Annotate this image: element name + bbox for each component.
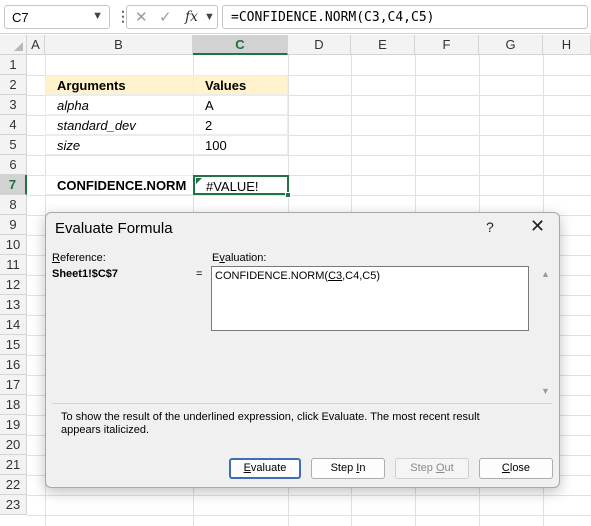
table-header-arguments[interactable]: Arguments	[45, 75, 194, 95]
step-out-button[interactable]: Step Out	[395, 458, 469, 479]
info-text: To show the result of the underlined exp…	[61, 411, 480, 436]
expand-formula-icon[interactable]: ▼	[204, 11, 215, 23]
scroll-down-arrow-icon[interactable]: ▼	[541, 386, 550, 396]
table-header-values[interactable]: Values	[193, 75, 288, 95]
row-header-6[interactable]: 6	[0, 155, 27, 175]
name-box[interactable]: C7 ▼	[4, 5, 110, 29]
insert-function-icon[interactable]: fx	[185, 9, 198, 25]
row-header-2[interactable]: 2	[0, 75, 27, 95]
row-header-19[interactable]: 19	[0, 415, 27, 435]
row-header-15[interactable]: 15	[0, 335, 27, 355]
step-in-button[interactable]: Step In	[311, 458, 385, 479]
column-header-h[interactable]: H	[543, 35, 591, 55]
row-header-12[interactable]: 12	[0, 275, 27, 295]
confirm-check-icon[interactable]: ✓	[159, 8, 172, 26]
row-header-20[interactable]: 20	[0, 435, 27, 455]
table-row-arg[interactable]: alpha	[45, 95, 194, 115]
close-icon[interactable]: ✕	[530, 216, 545, 237]
row-header-11[interactable]: 11	[0, 255, 27, 275]
formula-input[interactable]: =CONFIDENCE.NORM(C3,C4,C5)	[222, 5, 588, 29]
row-header-4[interactable]: 4	[0, 115, 27, 135]
name-box-value: C7	[12, 10, 29, 25]
formula-controls: ✕ ✓ fx ▼	[126, 5, 218, 29]
row-header-5[interactable]: 5	[0, 135, 27, 155]
table-row-value[interactable]: A	[193, 95, 288, 115]
reference-value: Sheet1!$C$7	[52, 268, 119, 280]
row-header-21[interactable]: 21	[0, 455, 27, 475]
result-label-cell[interactable]: CONFIDENCE.NORM	[45, 175, 194, 195]
close-button[interactable]: Close	[479, 458, 553, 479]
evaluation-label: Evaluation:	[212, 252, 267, 264]
row-header-13[interactable]: 13	[0, 295, 27, 315]
row-header-1[interactable]: 1	[0, 55, 27, 75]
column-header-e[interactable]: E	[351, 35, 415, 55]
row-header-17[interactable]: 17	[0, 375, 27, 395]
table-row-arg[interactable]: standard_dev	[45, 115, 194, 135]
chevron-down-icon[interactable]: ▼	[92, 10, 103, 22]
selected-cell-c7[interactable]: #VALUE!	[193, 175, 289, 195]
error-indicator-icon	[196, 178, 202, 184]
fill-handle[interactable]	[285, 192, 291, 198]
row-header-23[interactable]: 23	[0, 495, 27, 515]
result-value: #VALUE!	[206, 179, 259, 194]
table-row-arg[interactable]: size	[45, 135, 194, 155]
table-row-value[interactable]: 100	[193, 135, 288, 155]
column-header-c[interactable]: C	[193, 35, 288, 55]
column-header-f[interactable]: F	[415, 35, 479, 55]
column-header-g[interactable]: G	[479, 35, 543, 55]
equals-sign: =	[196, 268, 203, 280]
table-row-value[interactable]: 2	[193, 115, 288, 135]
evaluate-formula-dialog: Evaluate Formula ? ✕ Reference: Sheet1!$…	[45, 212, 560, 488]
row-header-18[interactable]: 18	[0, 395, 27, 415]
reference-label: Reference:	[52, 252, 106, 264]
scroll-up-arrow-icon[interactable]: ▲	[541, 269, 550, 279]
row-header-22[interactable]: 22	[0, 475, 27, 495]
cancel-x-icon[interactable]: ✕	[135, 8, 148, 26]
evaluation-field[interactable]: CONFIDENCE.NORM(C3,C4,C5)	[211, 266, 529, 331]
row-header-10[interactable]: 10	[0, 235, 27, 255]
help-icon[interactable]: ?	[486, 219, 494, 235]
row-header-3[interactable]: 3	[0, 95, 27, 115]
column-header-d[interactable]: D	[288, 35, 351, 55]
evaluation-text-before: CONFIDENCE.NORM(	[215, 270, 329, 282]
row-header-7[interactable]: 7	[0, 175, 27, 195]
dialog-title: Evaluate Formula	[55, 220, 173, 237]
column-header-a[interactable]: A	[27, 35, 45, 55]
row-header-14[interactable]: 14	[0, 315, 27, 335]
row-header-9[interactable]: 9	[0, 215, 27, 235]
select-all-corner[interactable]	[0, 35, 27, 55]
divider	[52, 403, 552, 404]
evaluation-text-after: ,C4,C5)	[342, 270, 381, 282]
evaluation-underlined-expression: C3	[328, 270, 343, 282]
evaluate-button[interactable]: Evaluate	[229, 458, 301, 479]
formula-bar: C7 ▼ ⋮ ✕ ✓ fx ▼ =CONFIDENCE.NORM(C3,C4,C…	[0, 0, 591, 34]
column-header-b[interactable]: B	[45, 35, 193, 55]
row-header-8[interactable]: 8	[0, 195, 27, 215]
row-header-16[interactable]: 16	[0, 355, 27, 375]
